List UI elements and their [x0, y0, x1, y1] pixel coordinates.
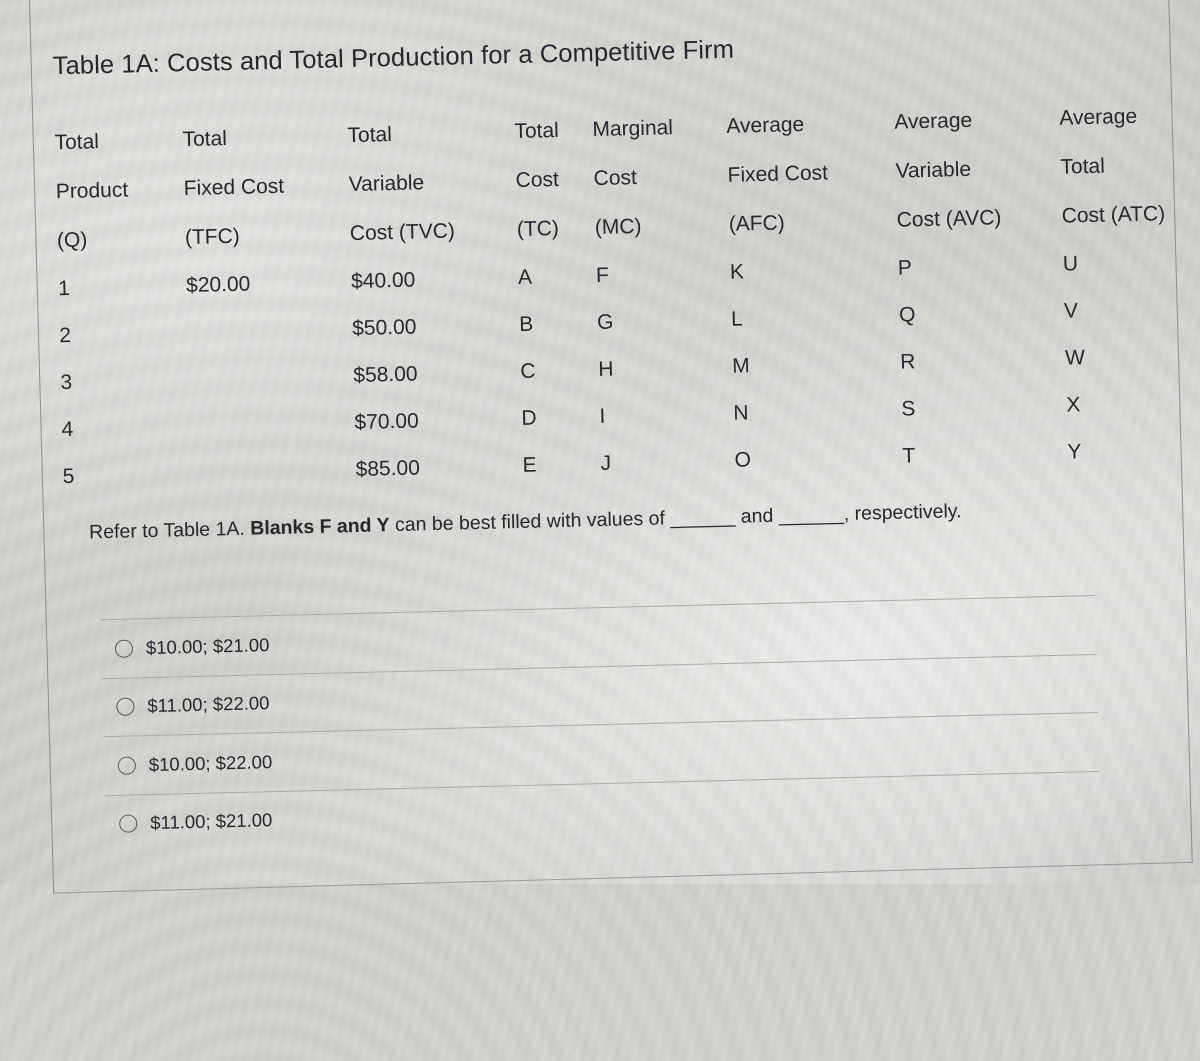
page-title: Table 1A: Costs and Total Production for…	[52, 35, 735, 81]
table-cell-afc: L	[730, 307, 744, 331]
column-header-atc: Total	[1060, 154, 1106, 179]
table-cell-tc: C	[520, 359, 536, 383]
table-cell-mc: J	[600, 451, 612, 476]
column-header-tvc: Total	[347, 123, 393, 148]
table-cell-atc: V	[1063, 299, 1079, 323]
table-cell-afc: N	[733, 401, 749, 425]
column-header-atc: Cost (ATC)	[1061, 202, 1166, 228]
question-blank-2: ______	[778, 503, 845, 527]
table-cell-tvc: $40.00	[350, 268, 416, 294]
answer-options-list: $10.00; $21.00 $11.00; $22.00 $10.00; $22.…	[100, 594, 1101, 854]
table-cell-tvc: $85.00	[355, 456, 421, 481]
column-header-tvc: Variable	[348, 171, 425, 197]
question-middle: can be best filled with values of	[389, 507, 671, 537]
table-cell-atc: X	[1066, 393, 1081, 417]
table-cell-avc: R	[899, 350, 916, 374]
column-header-mc: Marginal	[592, 116, 674, 142]
column-header-mc: (MC)	[594, 214, 642, 240]
table-cell-tvc: $70.00	[354, 409, 420, 435]
table-cell-tc: E	[522, 453, 537, 477]
table-cell-afc: M	[731, 354, 751, 378]
table-cell-mc: F	[595, 263, 610, 288]
table-cell-q: 5	[62, 464, 75, 489]
table-cell-afc: O	[734, 448, 752, 472]
column-header-avc: Variable	[895, 157, 972, 183]
column-header-q: Product	[55, 178, 129, 204]
table-cell-avc: P	[897, 256, 913, 280]
table-cell-avc: Q	[898, 303, 916, 327]
column-header-avc: Cost (AVC)	[896, 206, 1002, 232]
question-conjunction: and	[735, 504, 779, 528]
table-cell-q: 2	[59, 323, 72, 348]
column-header-tc: Total	[514, 118, 560, 144]
column-header-tfc: Fixed Cost	[183, 174, 285, 201]
table-cell-tc: B	[518, 312, 534, 336]
table-cell-mc: G	[596, 310, 614, 335]
table-cell-avc: T	[902, 444, 916, 468]
column-header-q: (Q)	[56, 228, 88, 253]
table-cell-atc: Y	[1067, 440, 1082, 464]
document-content: Table 1A: Costs and Total Production for…	[0, 0, 1200, 898]
table-cell-q: 1	[57, 276, 71, 301]
table-cell-tfc: $20.00	[185, 272, 251, 298]
column-header-tc: Cost	[515, 167, 560, 193]
table-cell-tc: D	[521, 406, 537, 430]
column-header-tc: (TC)	[516, 216, 560, 241]
radio-button-icon[interactable]	[116, 697, 135, 717]
question-emphasis: Blanks F and Y	[249, 514, 390, 540]
table-cell-afc: K	[729, 260, 745, 284]
column-header-afc: Fixed Cost	[727, 161, 829, 187]
radio-button-icon[interactable]	[117, 756, 137, 775]
column-header-q: Total	[54, 130, 100, 155]
table-cell-atc: W	[1064, 346, 1086, 370]
radio-button-icon[interactable]	[119, 814, 138, 834]
table-cell-avc: S	[901, 397, 916, 421]
column-header-tfc: (TFC)	[184, 224, 241, 250]
question-prefix: Refer to Table 1A.	[88, 517, 251, 544]
question-suffix: , respectively.	[843, 500, 962, 526]
table-cell-atc: U	[1062, 252, 1079, 276]
table-cell-q: 3	[60, 370, 73, 395]
table-cell-q: 4	[61, 417, 74, 442]
answer-option-label: $10.00; $21.00	[145, 633, 270, 658]
column-header-tvc: Cost (TVC)	[349, 219, 456, 246]
table-cell-mc: H	[598, 357, 614, 382]
radio-button-icon[interactable]	[114, 639, 134, 658]
answer-option-label: $10.00; $22.00	[148, 750, 273, 775]
column-header-mc: Cost	[593, 166, 638, 191]
column-header-atc: Average	[1059, 104, 1138, 130]
table-cell-tvc: $50.00	[351, 315, 417, 341]
answer-option-label: $11.00; $22.00	[147, 692, 270, 717]
column-header-tfc: Total	[182, 127, 228, 152]
table-cell-tvc: $58.00	[353, 362, 418, 388]
costs-table: Total Product (Q) Total Fixed Cost (TFC) Total…	[54, 90, 1194, 488]
question-blank-1: ______	[670, 505, 736, 530]
answer-option-label: $11.00; $21.00	[149, 809, 273, 834]
question-text: Refer to Table 1A. Blanks F and Y can be…	[89, 492, 1100, 550]
column-header-avc: Average	[894, 108, 973, 134]
table-cell-mc: I	[599, 404, 606, 429]
column-header-afc: (AFC)	[728, 211, 786, 236]
column-header-afc: Average	[726, 112, 805, 138]
table-cell-tc: A	[517, 265, 533, 289]
